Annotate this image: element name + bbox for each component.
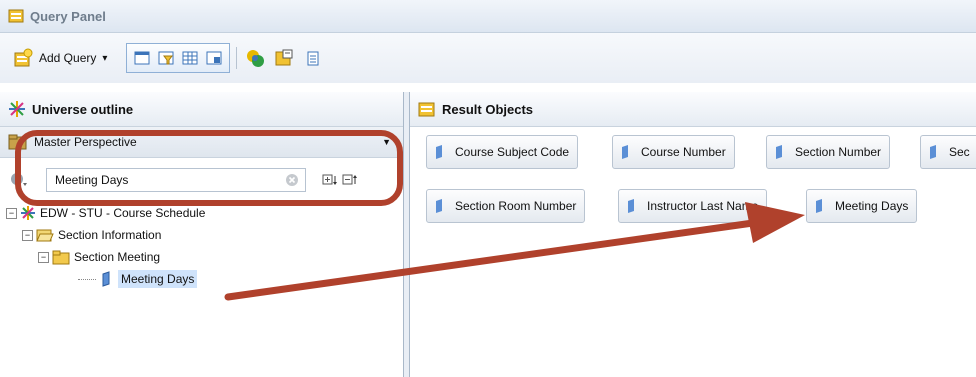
result-objects-header: Result Objects bbox=[410, 92, 976, 127]
dimension-icon bbox=[628, 199, 634, 213]
grid-icon bbox=[182, 51, 198, 65]
collapse-icon[interactable]: − bbox=[6, 207, 17, 219]
result-object-label: Course Number bbox=[641, 145, 726, 159]
result-objects-panel: Result Objects Course Subject Code Cours… bbox=[409, 92, 976, 377]
universe-icon bbox=[9, 101, 25, 117]
result-object-label: Instructor Last Name bbox=[647, 199, 759, 213]
combined-query-button[interactable] bbox=[244, 47, 266, 69]
result-object-label: Section Room Number bbox=[455, 199, 577, 213]
result-objects-icon bbox=[418, 102, 435, 117]
filter-view-button[interactable] bbox=[155, 47, 177, 69]
script-icon bbox=[307, 51, 319, 66]
folder-icon bbox=[52, 250, 70, 265]
tree-node-meeting-days[interactable]: Meeting Days bbox=[78, 268, 198, 290]
layout-icon bbox=[206, 51, 222, 65]
result-object-label: Section Number bbox=[795, 145, 882, 159]
properties-icon bbox=[275, 49, 293, 66]
add-query-icon bbox=[14, 48, 33, 67]
collapse-icon[interactable]: − bbox=[38, 251, 49, 263]
query-properties-button[interactable] bbox=[273, 47, 295, 69]
dimension-icon bbox=[436, 145, 442, 159]
result-object[interactable]: Course Subject Code bbox=[426, 135, 579, 169]
folder-open-icon bbox=[36, 229, 54, 242]
universe-icon bbox=[21, 206, 35, 220]
result-object[interactable]: Course Number bbox=[612, 135, 735, 169]
chevron-down-icon: ▾ bbox=[102, 52, 108, 64]
tree-node-label: Section Information bbox=[58, 228, 162, 242]
result-objects-view-button[interactable] bbox=[131, 47, 153, 69]
dimension-icon bbox=[622, 145, 628, 159]
result-objects-title: Result Objects bbox=[442, 101, 534, 117]
result-object[interactable]: Section Number bbox=[766, 135, 891, 169]
toolbar: Add Query ▾ bbox=[0, 33, 976, 83]
tree-connector bbox=[78, 278, 96, 280]
result-object[interactable]: Sec bbox=[920, 135, 976, 169]
result-object[interactable]: Section Room Number bbox=[426, 189, 586, 223]
tree-node-label: EDW - STU - Course Schedule bbox=[40, 206, 206, 220]
query-panel-icon bbox=[8, 9, 24, 23]
tree-node-label: Section Meeting bbox=[74, 250, 161, 264]
collapse-icon[interactable]: − bbox=[22, 229, 33, 241]
dimension-icon bbox=[930, 145, 936, 159]
result-object-label: Sec bbox=[949, 145, 970, 159]
add-query-button[interactable]: Add Query ▾ bbox=[6, 43, 114, 73]
annotation-circle bbox=[15, 130, 403, 206]
universe-outline-title: Universe outline bbox=[32, 101, 134, 117]
result-object[interactable]: Instructor Last Name bbox=[618, 189, 768, 223]
result-object-label: Course Subject Code bbox=[455, 145, 570, 159]
tree-node-label: Meeting Days bbox=[118, 270, 198, 288]
add-query-label: Add Query bbox=[39, 51, 97, 65]
layout-view-button[interactable] bbox=[203, 47, 225, 69]
dimension-icon bbox=[436, 199, 442, 213]
result-object-label: Meeting Days bbox=[835, 199, 909, 213]
combined-query-icon bbox=[247, 50, 265, 67]
view-script-button[interactable] bbox=[302, 47, 324, 69]
window-titlebar: Query Panel bbox=[0, 0, 976, 33]
tree-node-section-meeting[interactable]: − Section Meeting bbox=[38, 246, 160, 268]
data-preview-button[interactable] bbox=[179, 47, 201, 69]
result-objects-area[interactable]: Course Subject Code Course Number Sectio… bbox=[410, 127, 976, 377]
dimension-icon bbox=[816, 199, 822, 213]
universe-outline-header: Universe outline bbox=[0, 92, 403, 127]
panel-icon bbox=[134, 51, 150, 65]
window-title: Query Panel bbox=[30, 8, 106, 24]
tree-node-section-information[interactable]: − Section Information bbox=[22, 224, 161, 246]
dimension-icon bbox=[102, 271, 110, 287]
filter-icon bbox=[158, 51, 174, 65]
dimension-icon bbox=[776, 145, 782, 159]
view-toggle-group bbox=[126, 43, 231, 73]
toolbar-separator bbox=[236, 47, 238, 69]
result-object[interactable]: Meeting Days bbox=[806, 189, 918, 223]
